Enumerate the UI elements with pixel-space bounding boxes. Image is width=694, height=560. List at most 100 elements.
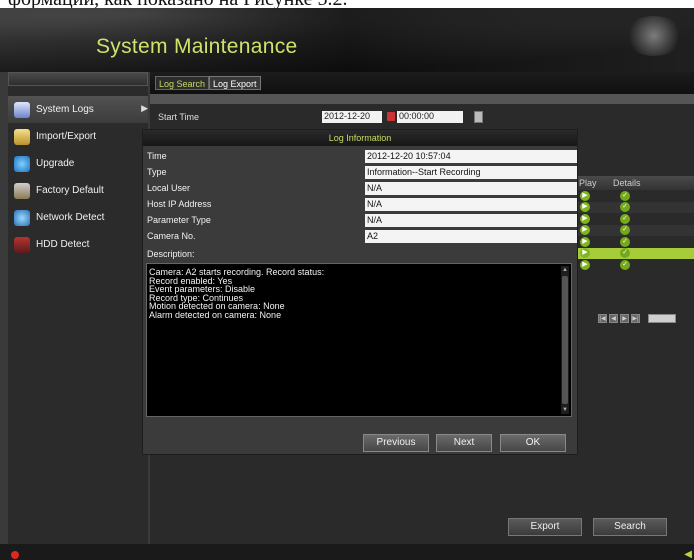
field-label: Parameter Type	[147, 215, 211, 225]
details-icon[interactable]: ✓	[620, 225, 630, 236]
scroll-down-icon[interactable]: ▼	[561, 406, 569, 414]
ok-button[interactable]: OK	[500, 434, 566, 452]
sidebar-item-label: Factory Default	[36, 185, 104, 196]
details-icon[interactable]: ✓	[620, 236, 630, 247]
sidebar-item-label: Import/Export	[36, 131, 97, 142]
table-header: Play Details	[575, 176, 694, 190]
field-time: Time 2012-12-20 10:57:04	[147, 150, 577, 164]
page-title: System Maintenance	[96, 35, 298, 58]
table-row-selected[interactable]: ▶ ✓	[575, 247, 694, 259]
field-label: Type	[147, 167, 167, 177]
description-line: Alarm detected on camera: None	[149, 309, 282, 320]
back-arrow-icon[interactable]: ◀	[684, 549, 692, 560]
document-caption: формации, как показано на Рисунке 5.2.	[0, 0, 694, 8]
description-label: Description:	[147, 249, 195, 259]
field-value: N/A	[365, 198, 577, 211]
table-row[interactable]: ▶ ✓	[575, 224, 694, 236]
start-time-field[interactable]: 00:00:00	[397, 111, 463, 123]
pagination: |◀ ◀ ▶ ▶|	[598, 314, 676, 323]
first-page-icon[interactable]: |◀	[598, 314, 607, 323]
field-value: N/A	[365, 214, 577, 227]
scroll-thumb[interactable]	[562, 276, 568, 404]
field-type: Type Information--Start Recording	[147, 166, 577, 180]
field-parameter-type: Parameter Type N/A	[147, 214, 577, 228]
status-bar: ◀	[0, 544, 694, 560]
page-number-input[interactable]	[648, 314, 676, 323]
play-icon[interactable]: ▶	[580, 248, 590, 259]
column-header-details: Details	[613, 178, 641, 188]
details-icon[interactable]: ✓	[620, 248, 630, 259]
export-button[interactable]: Export	[508, 518, 582, 536]
sidebar-item-upgrade[interactable]: Upgrade	[8, 150, 148, 177]
result-table: Play Details ▶ ✓ ▶ ✓ ▶ ✓ ▶ ✓ ▶ ✓ ▶ ✓ ▶ ✓	[575, 176, 694, 271]
field-label: Time	[147, 151, 167, 161]
sidebar-item-label: System Logs	[36, 104, 94, 115]
table-row[interactable]: ▶ ✓	[575, 213, 694, 225]
table-row[interactable]: ▶ ✓	[575, 236, 694, 248]
dialog-title: Log Information	[143, 130, 577, 146]
next-button[interactable]: Next	[436, 434, 492, 452]
upgrade-icon	[14, 155, 30, 172]
play-icon[interactable]: ▶	[580, 213, 590, 224]
play-icon[interactable]: ▶	[580, 236, 590, 247]
system-logs-icon	[14, 101, 30, 118]
play-icon[interactable]: ▶	[580, 225, 590, 236]
details-icon[interactable]: ✓	[620, 202, 630, 213]
scroll-up-icon[interactable]: ▲	[561, 266, 569, 274]
play-icon[interactable]: ▶	[580, 190, 590, 201]
import-export-icon	[14, 128, 30, 145]
field-value: Information--Start Recording	[365, 166, 577, 179]
factory-default-icon	[14, 182, 30, 199]
sidebar-item-factory-default[interactable]: Factory Default	[8, 177, 148, 204]
sidebar-item-import-export[interactable]: Import/Export	[8, 123, 148, 150]
field-camera-no: Camera No. A2	[147, 230, 577, 244]
table-row[interactable]: ▶ ✓	[575, 201, 694, 213]
network-detect-icon	[14, 209, 30, 226]
last-page-icon[interactable]: ▶|	[631, 314, 640, 323]
details-icon[interactable]: ✓	[620, 190, 630, 201]
field-label: Camera No.	[147, 231, 196, 241]
details-icon[interactable]: ✓	[620, 259, 630, 270]
start-time-label: Start Time	[158, 112, 200, 122]
prev-page-icon[interactable]: ◀	[609, 314, 618, 323]
details-icon[interactable]: ✓	[620, 213, 630, 224]
sidebar-item-label: Network Detect	[36, 212, 105, 223]
description-scrollbar[interactable]: ▲ ▼	[561, 266, 569, 414]
table-row[interactable]: ▶ ✓	[575, 259, 694, 271]
start-date-field[interactable]: 2012-12-20	[322, 111, 382, 123]
header-banner: System Maintenance	[0, 8, 694, 72]
previous-button[interactable]: Previous	[363, 434, 429, 452]
next-page-icon[interactable]: ▶	[620, 314, 629, 323]
play-icon[interactable]: ▶	[580, 259, 590, 270]
sidebar-item-network-detect[interactable]: Network Detect	[8, 204, 148, 231]
calendar-icon[interactable]	[387, 112, 395, 121]
log-information-dialog: Log Information Time 2012-12-20 10:57:04…	[142, 129, 578, 455]
sidebar-item-label: HDD Detect	[36, 239, 90, 250]
description-text: Camera: A2 starts recording. Record stat…	[147, 264, 571, 323]
field-label: Local User	[147, 183, 191, 193]
table-row[interactable]: ▶ ✓	[575, 190, 694, 202]
sidebar-item-hdd-detect[interactable]: HDD Detect	[8, 231, 148, 258]
start-time-row: Start Time 2012-12-20 00:00:00	[150, 110, 694, 124]
section-header	[150, 94, 694, 104]
caption-text: формации, как показано на Рисунке 5.2.	[8, 0, 347, 8]
field-host-ip: Host IP Address N/A	[147, 198, 577, 212]
sidebar: System Logs ▶ Import/Export Upgrade Fact…	[8, 72, 148, 544]
hdd-detect-icon	[14, 236, 30, 253]
sidebar-header	[8, 72, 148, 86]
tab-log-export[interactable]: Log Export	[209, 76, 261, 90]
field-value: A2	[365, 230, 577, 243]
play-icon[interactable]: ▶	[580, 202, 590, 213]
record-indicator-icon	[11, 551, 19, 559]
time-spinner[interactable]	[474, 111, 483, 123]
description-box: Camera: A2 starts recording. Record stat…	[146, 263, 572, 417]
tab-log-search[interactable]: Log Search	[155, 76, 210, 90]
sidebar-item-system-logs[interactable]: System Logs ▶	[8, 96, 148, 123]
dvr-window: System Maintenance System Logs ▶ Import/…	[0, 8, 694, 560]
column-header-play: Play	[579, 178, 597, 188]
field-value: 2012-12-20 10:57:04	[365, 150, 577, 163]
field-label: Host IP Address	[147, 199, 212, 209]
search-button[interactable]: Search	[593, 518, 667, 536]
field-value: N/A	[365, 182, 577, 195]
field-local-user: Local User N/A	[147, 182, 577, 196]
